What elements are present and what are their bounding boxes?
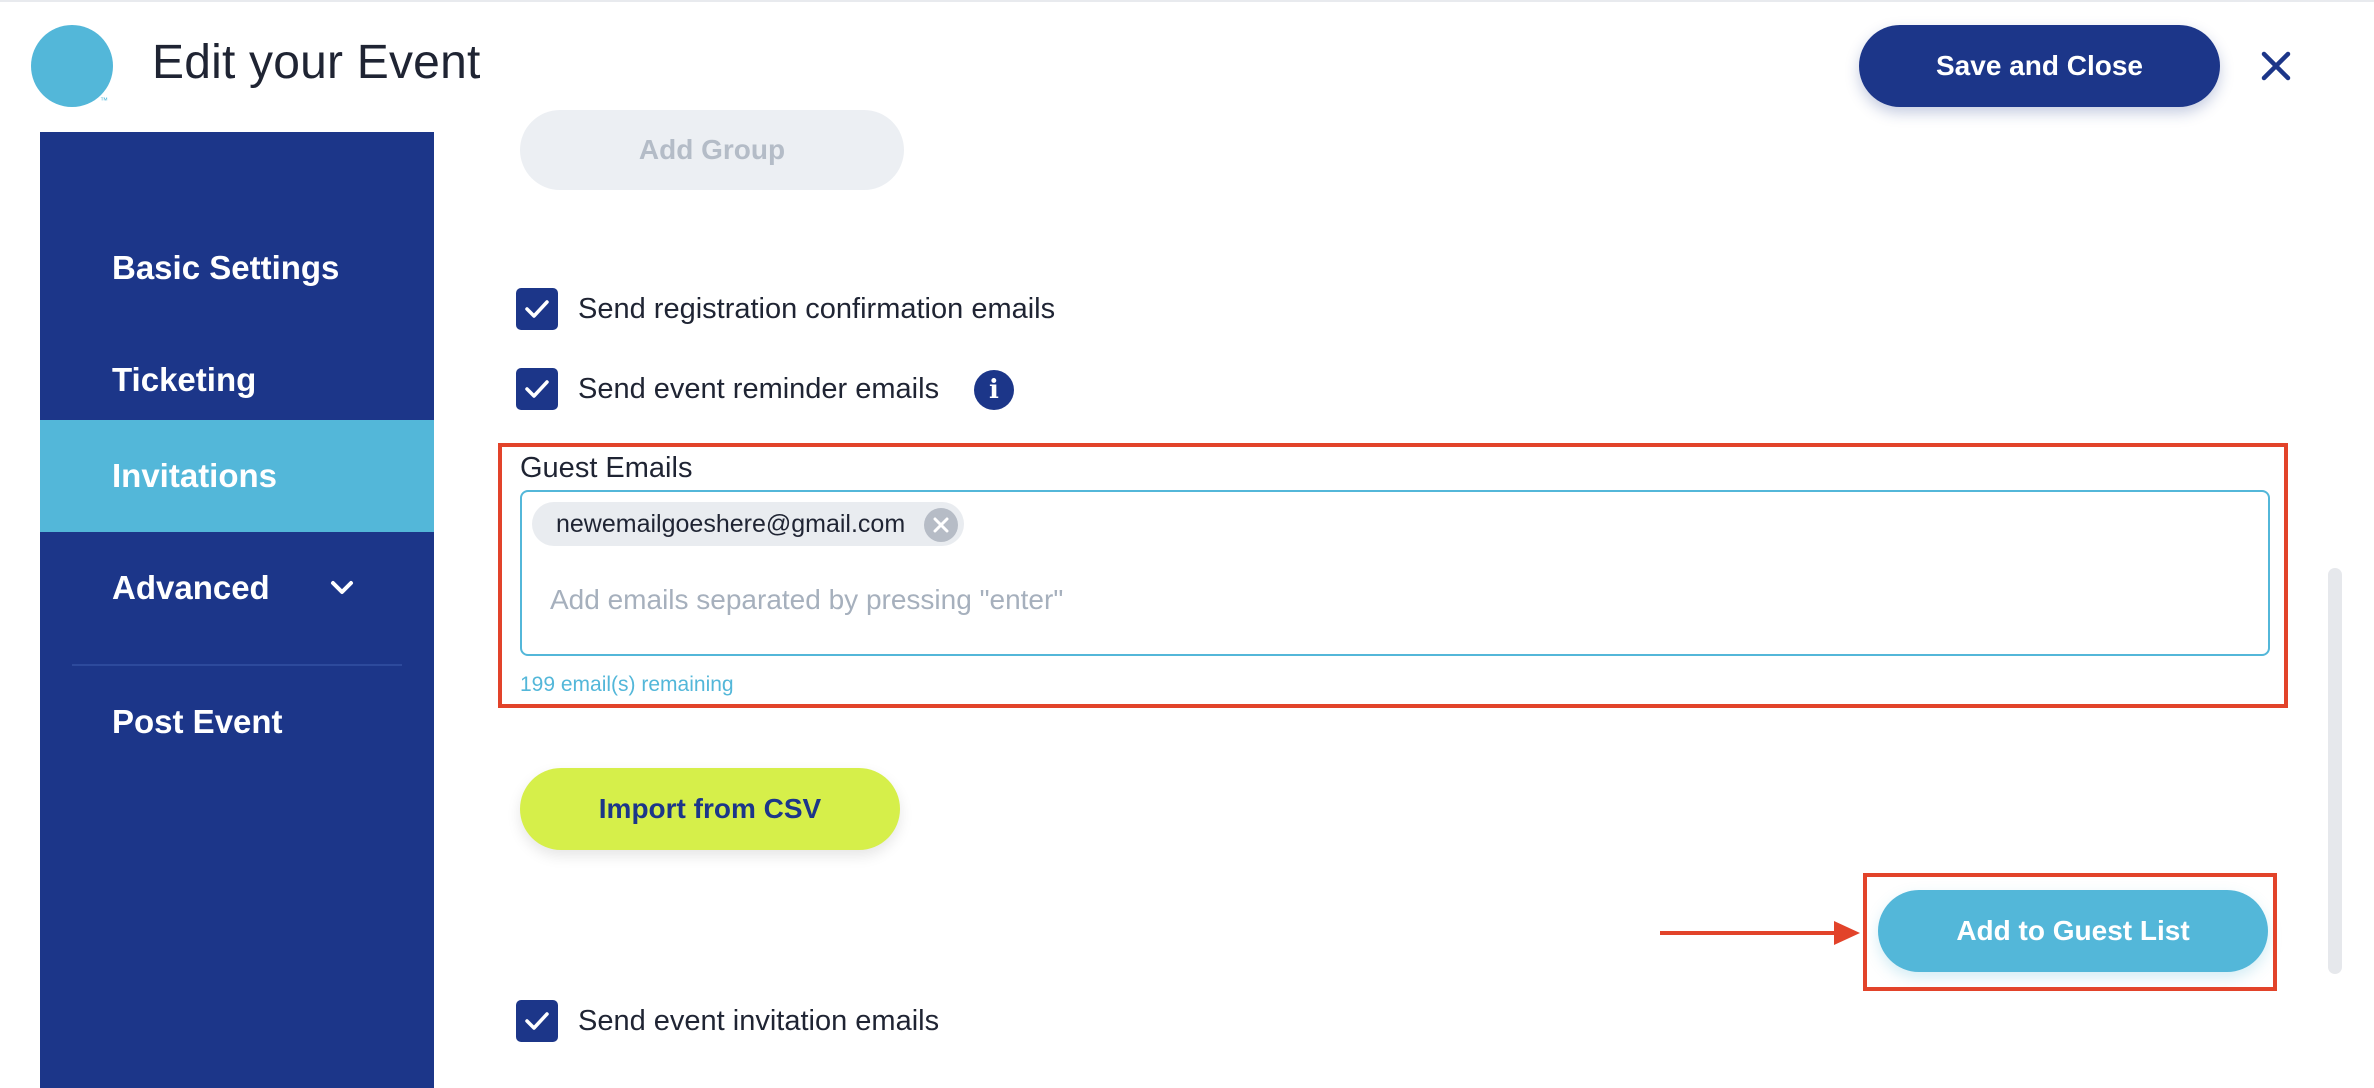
guest-emails-field[interactable]: newemailgoeshere@gmail.com xyxy=(520,490,2270,656)
emails-remaining-text: 199 email(s) remaining xyxy=(520,673,734,696)
sidebar-item-label: Invitations xyxy=(112,457,278,494)
checkmark-icon xyxy=(525,380,549,398)
guest-email-input[interactable] xyxy=(550,580,2150,620)
logo xyxy=(31,25,113,107)
sidebar-item-label: Advanced xyxy=(112,569,270,606)
arrow-right-icon xyxy=(1660,921,1860,945)
sidebar-item-invitations[interactable]: Invitations xyxy=(40,420,434,532)
trademark-mark: ™ xyxy=(100,96,108,105)
page-title: Edit your Event xyxy=(152,36,481,89)
invitation-emails-label: Send event invitation emails xyxy=(578,1005,940,1037)
checkmark-icon xyxy=(525,1012,549,1030)
invitation-emails-checkbox[interactable] xyxy=(516,1000,558,1042)
reminder-emails-label: Send event reminder emails xyxy=(578,373,940,405)
add-group-button[interactable]: Add Group xyxy=(520,110,904,190)
add-to-guest-list-button[interactable]: Add to Guest List xyxy=(1878,890,2268,972)
sidebar: Basic Settings Ticketing Invitations Adv… xyxy=(40,132,434,1088)
guest-emails-label: Guest Emails xyxy=(520,452,693,484)
email-chip-text: newemailgoeshere@gmail.com xyxy=(556,510,906,538)
close-button[interactable] xyxy=(2250,40,2302,92)
registration-emails-label: Send registration confirmation emails xyxy=(578,293,1056,325)
checkmark-icon xyxy=(525,300,549,318)
registration-emails-checkbox[interactable] xyxy=(516,288,558,330)
email-chip: newemailgoeshere@gmail.com xyxy=(532,502,964,546)
close-icon xyxy=(2261,51,2291,81)
top-border xyxy=(0,0,2374,2)
sidebar-item-label: Basic Settings xyxy=(112,249,340,286)
info-icon[interactable]: i xyxy=(974,370,1014,410)
sidebar-item-label: Ticketing xyxy=(112,361,257,398)
sidebar-item-post-event[interactable]: Post Event xyxy=(40,666,434,778)
scrollbar-thumb[interactable] xyxy=(2328,568,2342,974)
import-from-csv-button[interactable]: Import from CSV xyxy=(520,768,900,850)
save-and-close-button[interactable]: Save and Close xyxy=(1859,25,2220,107)
sidebar-item-basic-settings[interactable]: Basic Settings xyxy=(40,212,434,324)
sidebar-item-label: Post Event xyxy=(112,703,283,740)
sidebar-item-advanced[interactable]: Advanced xyxy=(40,532,434,644)
chevron-down-icon xyxy=(331,581,353,594)
remove-chip-button[interactable] xyxy=(924,508,958,542)
close-icon xyxy=(933,517,949,533)
reminder-emails-checkbox[interactable] xyxy=(516,368,558,410)
